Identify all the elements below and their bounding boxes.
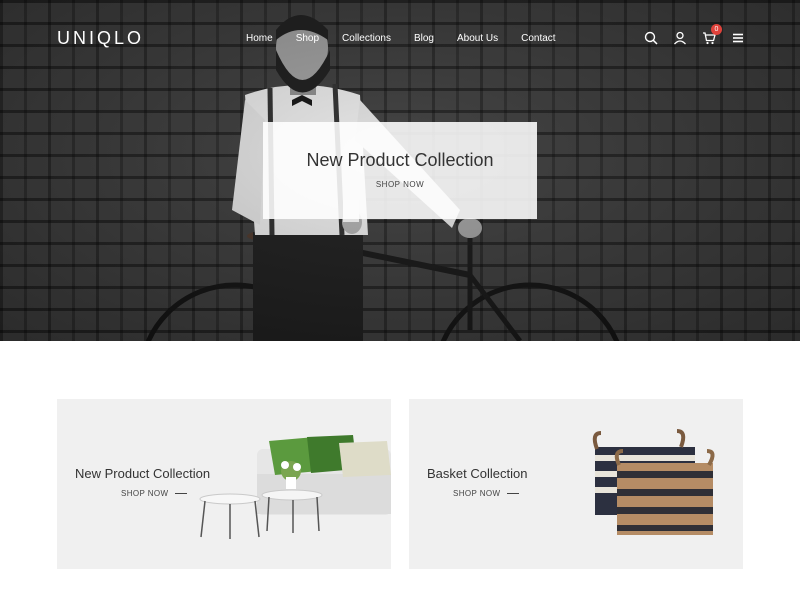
nav-shop[interactable]: Shop [296,33,319,44]
nav-collections[interactable]: Collections [342,33,391,44]
banner-title: Basket Collection [427,466,528,481]
site-header: UNIQLO Home Shop Collections Blog About … [0,0,800,78]
sofa-table-image [199,435,391,539]
banner-link-label: SHOP NOW [121,489,169,498]
banner-basket[interactable]: Basket Collection SHOP NOW [409,399,743,569]
banner-shop-now-link[interactable]: SHOP NOW [121,489,187,498]
hero-title: New Product Collection [306,150,494,170]
banner-title: New Product Collection [75,466,211,481]
header-icons: 0 [644,24,745,45]
hero-cta-box: New Product Collection SHOP NOW [263,122,537,219]
dash-divider [174,493,187,494]
banner-new-product[interactable]: New Product Collection SHOP NOW [57,399,391,569]
main-nav: Home Shop Collections Blog About Us Cont… [246,33,556,44]
nav-about-us[interactable]: About Us [457,33,498,44]
search-icon[interactable] [644,31,658,45]
nav-blog[interactable]: Blog [414,33,434,44]
cart-icon[interactable]: 0 [702,24,722,45]
brand-logo[interactable]: UNIQLO [57,28,144,49]
banner-link-label: SHOP NOW [453,489,501,498]
cart-count-badge: 0 [711,24,722,35]
banner-shop-now-link[interactable]: SHOP NOW [453,489,519,498]
nav-home[interactable]: Home [246,33,273,44]
menu-icon[interactable] [731,31,745,45]
dash-divider [506,493,519,494]
basket-image [592,429,715,535]
nav-contact[interactable]: Contact [521,33,555,44]
user-icon[interactable] [673,31,687,45]
hero-shop-now-link[interactable]: SHOP NOW [263,180,537,189]
